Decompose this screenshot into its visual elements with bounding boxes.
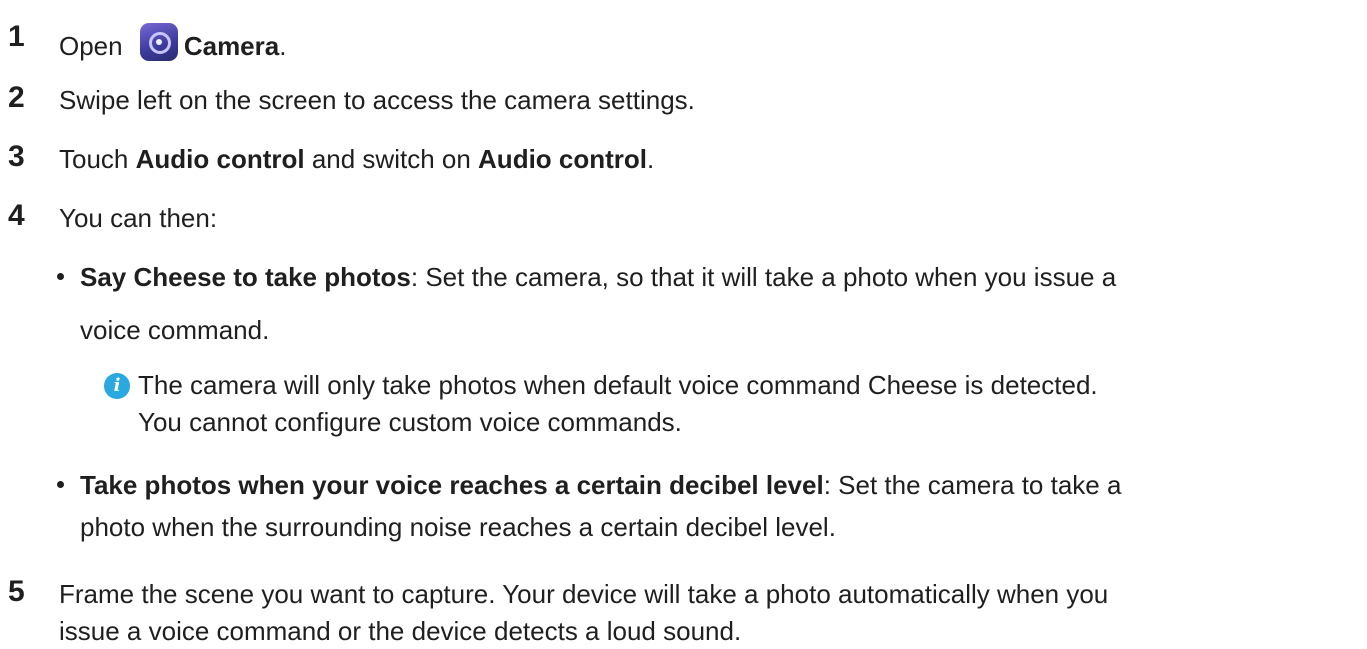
step-text: You can then: bbox=[59, 203, 218, 233]
camera-app-label: Camera bbox=[183, 31, 280, 61]
step-text: Frame the scene you want to capture. You… bbox=[59, 579, 1109, 609]
step-text-part: . bbox=[647, 144, 655, 174]
step-number: 4 bbox=[8, 199, 25, 232]
camera-app-icon bbox=[139, 23, 178, 61]
bullet-dot bbox=[57, 481, 64, 488]
note-line-1: The camera will only take photos when de… bbox=[138, 370, 1098, 400]
step-prefix: Open bbox=[59, 31, 130, 61]
bullet-line-1: Say Cheese to take photos: Set the camer… bbox=[80, 261, 1116, 293]
bullet-line-1: Take photos when your voice reaches a ce… bbox=[80, 469, 1121, 501]
step-text: Swipe left on the screen to access the c… bbox=[59, 85, 695, 115]
note-line-2: You cannot configure custom voice comman… bbox=[138, 407, 682, 437]
step-number: 3 bbox=[8, 140, 25, 173]
step-text: Open Camera. bbox=[59, 23, 286, 62]
step-5-line-2: issue a voice command or the device dete… bbox=[59, 616, 742, 646]
step-text: Touch Audio control and switch on Audio … bbox=[59, 143, 654, 175]
bullet-line-2: photo when the surrounding noise reaches… bbox=[80, 512, 836, 542]
step-suffix: . bbox=[279, 31, 287, 61]
bullet-title: Say Cheese to take photos bbox=[80, 262, 411, 292]
bullet-line-2: voice command. bbox=[80, 315, 270, 345]
bullet-text: : Set the camera to take a bbox=[823, 470, 1122, 500]
audio-control-label: Audio control bbox=[135, 144, 305, 174]
step-text-part: Touch bbox=[59, 144, 136, 174]
step-text-part: and switch on bbox=[304, 144, 479, 174]
step-number: 5 bbox=[8, 575, 25, 608]
info-icon: i bbox=[104, 373, 130, 399]
bullet-dot bbox=[57, 273, 64, 280]
audio-control-label: Audio control bbox=[478, 144, 648, 174]
bullet-text: : Set the camera, so that it will take a… bbox=[410, 262, 1117, 292]
bullet-title: Take photos when your voice reaches a ce… bbox=[80, 470, 824, 500]
step-number: 1 bbox=[8, 20, 25, 53]
step-number: 2 bbox=[8, 81, 25, 114]
